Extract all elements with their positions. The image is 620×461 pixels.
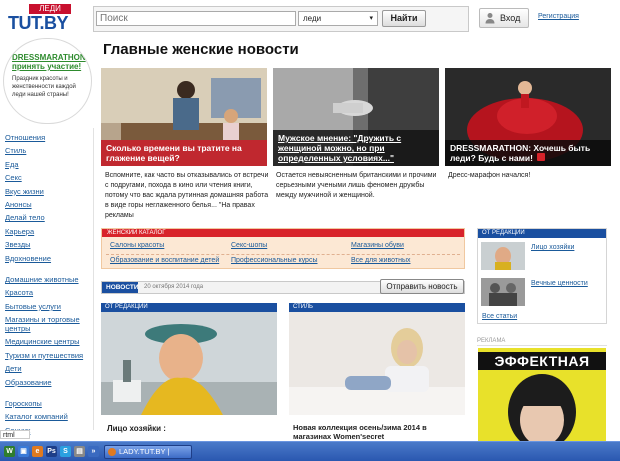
search-input[interactable]: [96, 11, 296, 26]
catalog-link[interactable]: Салоны красоты: [110, 242, 164, 249]
catalog-header: ЖЕНСКИЙ КАТАЛОГ: [102, 229, 464, 237]
ads-label: РЕКЛАМА: [477, 337, 607, 346]
promo-text: Праздник красоты и женственности каждой …: [12, 76, 76, 98]
sidebar-item[interactable]: Гороскопы: [5, 397, 93, 410]
hero-caption-text[interactable]: Мужское мнение: "Дружить с женщиной можн…: [278, 133, 401, 163]
sidebar-nav: Отношения Стиль Еда Секс Вкус жизни Анон…: [5, 131, 93, 445]
quicklaunch-icon[interactable]: »: [88, 446, 99, 457]
catalog-link[interactable]: Магазины обуви: [351, 242, 404, 249]
sidebar-item[interactable]: Карьера: [5, 225, 93, 238]
sidebar-item[interactable]: Образование: [5, 376, 93, 389]
sidebar-item[interactable]: Звезды: [5, 238, 93, 251]
sidebar-item[interactable]: Делай тело: [5, 211, 93, 224]
hero-caption[interactable]: Мужское мнение: "Дружить с женщиной можн…: [273, 130, 439, 166]
editorial-thumb: [481, 242, 525, 270]
search-bar: леди ▾ Найти: [93, 6, 469, 32]
editorial-panel: ОТ РЕДАКЦИИ Лицо хозяйки Вечные ценности…: [477, 228, 607, 324]
card-tag-style[interactable]: СТИЛЬ: [289, 303, 465, 312]
app-icon[interactable]: ▤: [74, 446, 85, 457]
sidebar-item[interactable]: Секс: [5, 171, 93, 184]
sidebar-item[interactable]: Красота: [5, 286, 93, 299]
dressmarathon-promo[interactable]: DRESSMARATHON принять участие! Праздник …: [3, 38, 92, 124]
editorial-thumb: [481, 278, 525, 306]
search-scope-select[interactable]: леди ▾: [298, 11, 378, 26]
hero-article-1[interactable]: Сколько времени вы тратите на глажение в…: [101, 68, 267, 166]
hero-caption-text[interactable]: DRESSMARATHON: Хочешь быть леди? Будь с …: [450, 143, 590, 163]
fashion-collection-image[interactable]: [289, 312, 465, 415]
card-tag-editorial[interactable]: ОТ РЕДАКЦИИ: [101, 303, 277, 312]
editorial-link[interactable]: Вечные ценности: [531, 280, 588, 287]
hero-article-3[interactable]: DRESSMARATHON: Хочешь быть леди? Будь с …: [445, 68, 611, 166]
editorial-link[interactable]: Лицо хозяйки: [531, 244, 574, 251]
editorial-item[interactable]: Лицо хозяйки: [481, 242, 605, 270]
ad-headline: ЭФФЕКТНАЯ: [478, 352, 606, 370]
sidebar-item[interactable]: Туризм и путешествия: [5, 349, 93, 362]
hero-summary-3: Дресс-марафон начался!: [448, 172, 531, 179]
login-label: Вход: [500, 13, 521, 23]
cartoon-illustration: [101, 312, 277, 415]
sidebar-item[interactable]: Стиль: [5, 144, 93, 157]
hero-summary-1: Вспомните, как часто вы отказывались от …: [105, 172, 269, 219]
sidebar-item[interactable]: Домашние животные: [5, 273, 93, 286]
sidebar-item[interactable]: Вдохновение: [5, 252, 93, 265]
sidebar-divider: [93, 128, 94, 430]
hero-article-2[interactable]: Мужское мнение: "Дружить с женщиной можн…: [273, 68, 439, 166]
sidebar-item[interactable]: Каталог компаний: [5, 410, 93, 423]
page-title: Главные женские новости: [103, 41, 299, 58]
sidebar-item[interactable]: Анонсы: [5, 198, 93, 211]
taskbar-window-label: LADY.TUT.BY |: [119, 447, 170, 456]
catalog-divider: [106, 254, 460, 255]
news-date: 20 октября 2014 года: [144, 284, 204, 290]
sidebar-item[interactable]: Отношения: [5, 131, 93, 144]
sidebar-item[interactable]: Магазины и торговые центры: [5, 315, 93, 333]
search-scope-value: леди: [303, 14, 322, 23]
catalog-link[interactable]: Все для животных: [351, 257, 411, 264]
ad-face-photo: [508, 374, 576, 443]
sidebar-item[interactable]: Вкус жизни: [5, 185, 93, 198]
os-taskbar: W ▣ e Ps S ▤ » LADY.TUT.BY |: [0, 441, 620, 461]
model-photo: [289, 312, 465, 415]
editorial-header: ОТ РЕДАКЦИИ: [478, 229, 606, 238]
register-link[interactable]: Регистрация: [538, 13, 579, 20]
ad-banner[interactable]: ЭФФЕКТНАЯ: [478, 348, 606, 443]
photoshop-icon[interactable]: Ps: [46, 446, 57, 457]
all-articles-link[interactable]: Все статьи: [482, 313, 517, 320]
chevron-down-icon: ▾: [369, 15, 373, 22]
catalog-link[interactable]: Секс-шопы: [231, 242, 267, 249]
sidebar-item[interactable]: Медицинские центры: [5, 335, 93, 348]
desktop-icon[interactable]: ▣: [18, 446, 29, 457]
play-icon: [537, 153, 546, 161]
status-tooltip: rtml: [0, 430, 30, 439]
send-news-button[interactable]: Отправить новость: [380, 279, 464, 294]
card-title[interactable]: Новая коллекция осень/зима 2014 в магази…: [293, 423, 463, 441]
login-button[interactable]: Вход: [479, 8, 529, 28]
browser-icon[interactable]: e: [32, 446, 43, 457]
sidebar-item[interactable]: Дети: [5, 362, 93, 375]
start-icon[interactable]: W: [4, 446, 15, 457]
hero-caption[interactable]: DRESSMARATHON: Хочешь быть леди? Будь с …: [445, 140, 611, 166]
editorial-item[interactable]: Вечные ценности: [481, 278, 605, 306]
taskbar-window-button[interactable]: LADY.TUT.BY |: [104, 445, 192, 459]
sidebar-group-sections: Отношения Стиль Еда Секс Вкус жизни Анон…: [5, 131, 93, 265]
firefox-icon: [108, 448, 116, 456]
user-icon: [485, 13, 495, 24]
promo-title[interactable]: DRESSMARATHON принять участие!: [12, 53, 91, 71]
site-logo[interactable]: ЛЕДИ TUT.BY: [5, 4, 81, 33]
card-title[interactable]: Лицо хозяйки :: [107, 424, 166, 433]
sidebar-item[interactable]: Еда: [5, 158, 93, 171]
cartoon-housekeeper-image[interactable]: [101, 312, 277, 415]
hero-caption[interactable]: Сколько времени вы тратите на глажение в…: [101, 140, 267, 166]
skype-icon[interactable]: S: [60, 446, 71, 457]
catalog-link[interactable]: Профессиональные курсы: [231, 257, 318, 264]
tab-news[interactable]: НОВОСТИ: [102, 282, 139, 293]
catalog-link[interactable]: Образование и воспитание детей: [110, 257, 219, 264]
hero-summary-2: Остается невыясненным британскими и проч…: [276, 172, 437, 199]
sidebar-item[interactable]: Бытовые услуги: [5, 300, 93, 313]
logo-tutby: TUT.BY: [8, 13, 69, 33]
sidebar-group-catalog: Домашние животные Красота Бытовые услуги…: [5, 273, 93, 389]
search-button[interactable]: Найти: [382, 10, 426, 27]
womens-catalog: ЖЕНСКИЙ КАТАЛОГ Салоны красоты Секс-шопы…: [101, 228, 465, 269]
